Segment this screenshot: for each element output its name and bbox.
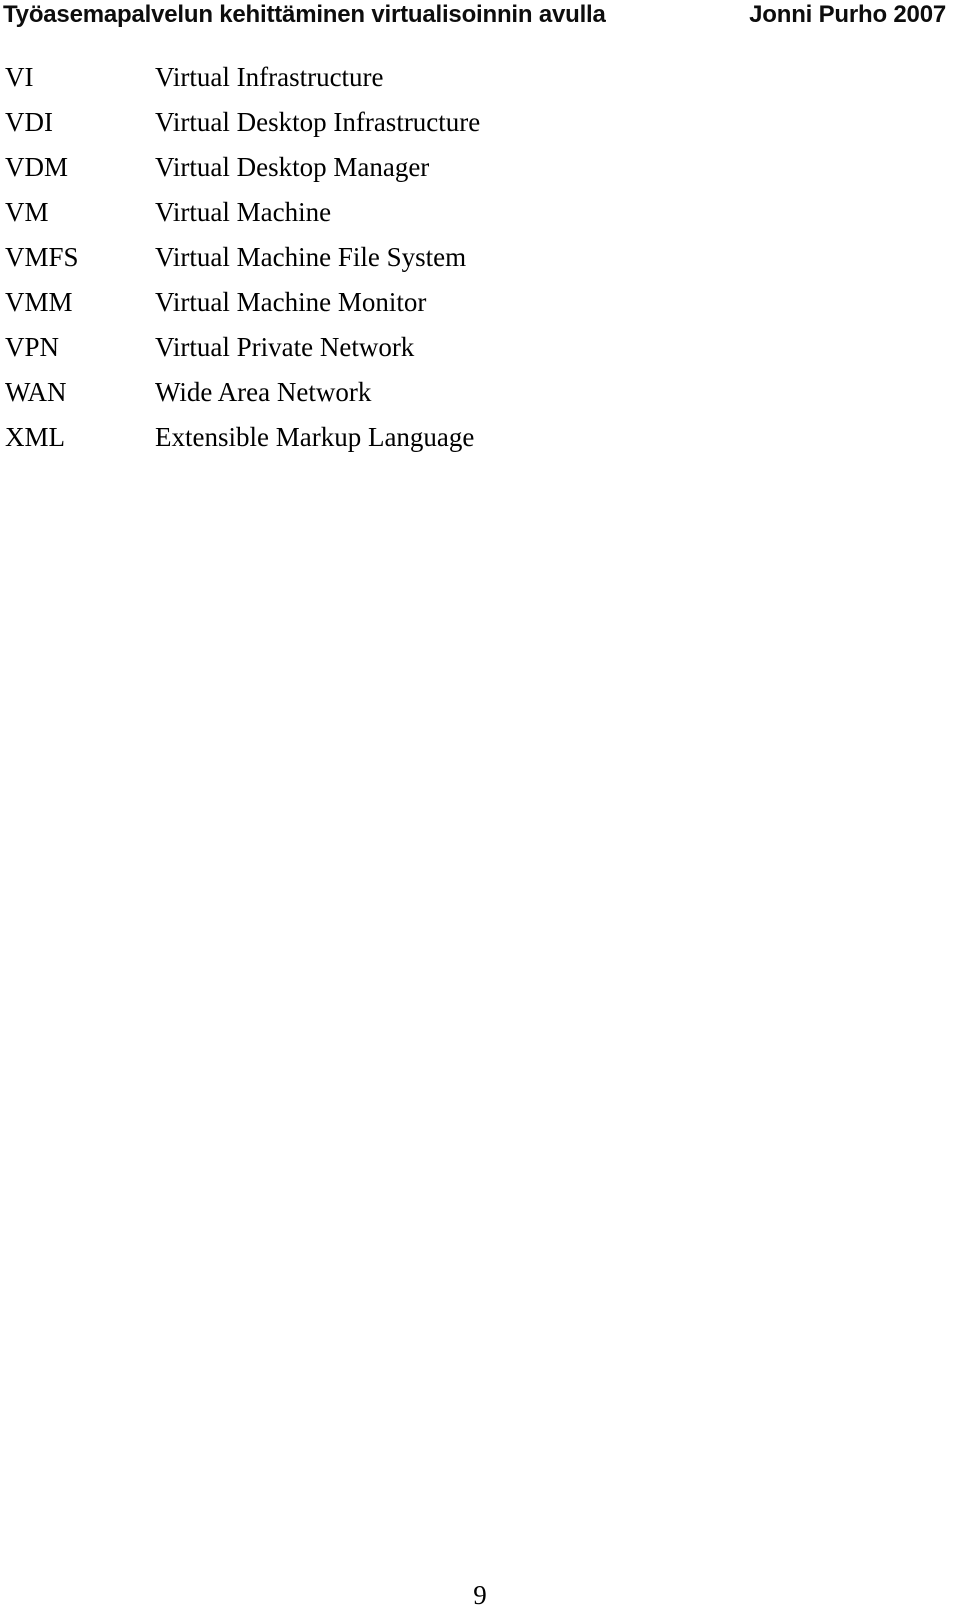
abbreviation-term: VI xyxy=(5,62,34,92)
abbreviation-list: VI Virtual Infrastructure VDI Virtual Deskt… xyxy=(0,55,930,460)
abbreviation-term: VDM xyxy=(5,152,69,182)
abbreviation-row: VDI Virtual Desktop Infrastructure xyxy=(0,100,930,145)
abbreviation-row: VM Virtual Machine xyxy=(0,190,930,235)
abbreviation-definition: Virtual Infrastructure xyxy=(155,62,384,92)
abbreviation-row: VPN Virtual Private Network xyxy=(0,325,930,370)
abbreviation-row: VI Virtual Infrastructure xyxy=(0,55,930,100)
abbreviation-term: XML xyxy=(5,422,65,452)
abbreviation-row: VDM Virtual Desktop Manager xyxy=(0,145,930,190)
abbreviation-definition: Virtual Machine xyxy=(155,197,332,227)
page-number: 9 xyxy=(473,1580,487,1610)
abbreviation-definition: Virtual Desktop Infrastructure xyxy=(155,107,481,137)
abbreviation-term: VMFS xyxy=(5,242,79,272)
running-head-author: Jonni Purho 2007 xyxy=(749,1,946,28)
abbreviation-row: VMM Virtual Machine Monitor xyxy=(0,280,930,325)
abbreviation-definition: Virtual Desktop Manager xyxy=(155,152,430,182)
abbreviation-definition: Virtual Machine File System xyxy=(155,242,467,272)
abbreviation-term: VDI xyxy=(5,107,53,137)
abbreviation-definition: Virtual Private Network xyxy=(155,332,415,362)
running-head: Työasemapalvelun kehittäminen virtualiso… xyxy=(0,0,960,40)
abbreviation-row: XML Extensible Markup Language xyxy=(0,415,930,460)
document-page: Työasemapalvelun kehittäminen virtualiso… xyxy=(0,0,960,1622)
abbreviation-term: VPN xyxy=(5,332,60,362)
abbreviation-term: VM xyxy=(5,197,49,227)
abbreviation-term: WAN xyxy=(5,377,67,407)
abbreviation-definition: Extensible Markup Language xyxy=(155,422,475,452)
running-head-title: Työasemapalvelun kehittäminen virtualiso… xyxy=(3,1,606,28)
abbreviation-row: WAN Wide Area Network xyxy=(0,370,930,415)
abbreviation-row: VMFS Virtual Machine File System xyxy=(0,235,930,280)
abbreviation-term: VMM xyxy=(5,287,73,317)
abbreviation-definition: Wide Area Network xyxy=(155,377,372,407)
abbreviation-definition: Virtual Machine Monitor xyxy=(155,287,427,317)
